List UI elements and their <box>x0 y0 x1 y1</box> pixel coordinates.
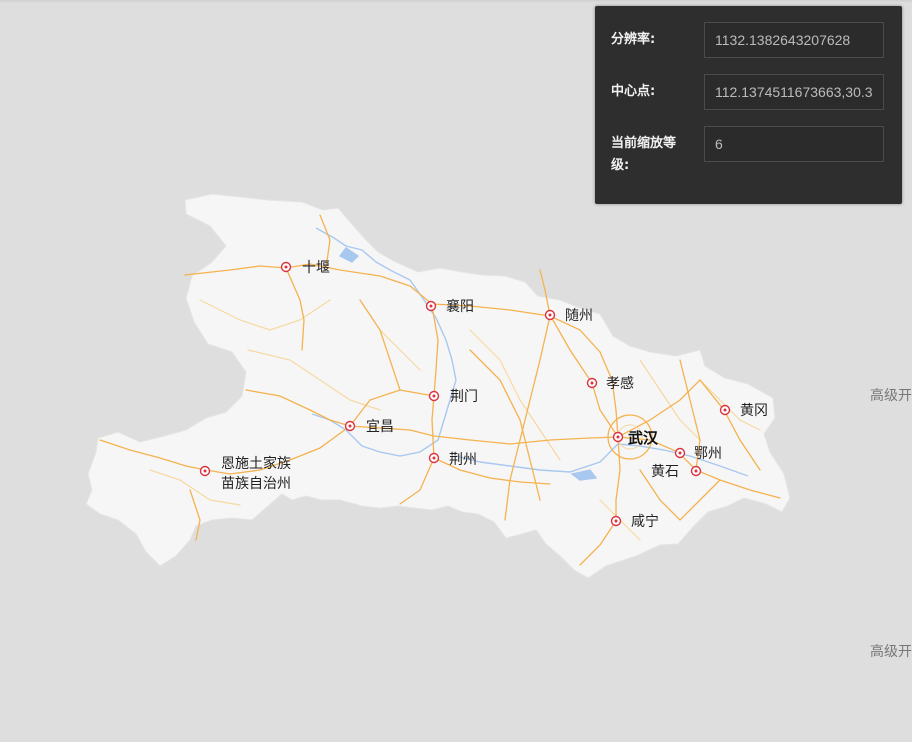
center-input[interactable] <box>704 74 884 110</box>
zoom-label: 当前缩放等级: <box>611 136 677 173</box>
city-marker-dot <box>284 265 288 269</box>
city-label: 苗族自治州 <box>221 476 291 492</box>
city-label: 咸宁 <box>631 513 659 530</box>
city-marker-dot <box>614 519 618 523</box>
city-marker-dot <box>590 381 594 385</box>
advanced-label-2[interactable]: 高级开 <box>870 641 912 661</box>
advanced-label-1[interactable]: 高级开 <box>870 385 912 405</box>
city-label: 黄石 <box>651 463 679 480</box>
city-label: 鄂州 <box>694 446 722 462</box>
city-label: 武汉 <box>628 429 659 447</box>
resolution-label: 分辨率: <box>611 32 656 47</box>
city-label: 宜昌 <box>366 419 394 435</box>
info-panel: 分辨率: 中心点: 当前缩放等级: <box>595 6 902 204</box>
city-label: 黄冈 <box>740 402 768 419</box>
zoom-input[interactable] <box>704 126 884 162</box>
city-label: 襄阳 <box>446 299 474 315</box>
city-label: 孝感 <box>606 375 634 392</box>
hubei-province-shape <box>85 193 791 579</box>
city-label: 荆门 <box>450 389 478 405</box>
city-marker-dot <box>432 394 436 398</box>
city-label: 恩施土家族 <box>221 455 291 472</box>
city-marker-dot <box>678 451 682 455</box>
city-label: 荆州 <box>449 452 477 468</box>
center-label: 中心点: <box>611 84 656 99</box>
city-marker-dot <box>429 304 433 308</box>
city-marker-dot <box>694 469 698 473</box>
city-marker-dot <box>548 313 552 317</box>
city-marker-dot <box>203 469 207 473</box>
city-marker-dot <box>432 456 436 460</box>
city-marker-dot <box>723 408 727 412</box>
city-label: 十堰 <box>302 260 330 276</box>
resolution-input[interactable] <box>704 22 884 58</box>
city-label: 随州 <box>565 308 593 324</box>
city-marker-dot <box>616 435 620 439</box>
city-10[interactable]: 苗族自治州 <box>221 476 291 492</box>
city-marker-dot <box>348 424 352 428</box>
